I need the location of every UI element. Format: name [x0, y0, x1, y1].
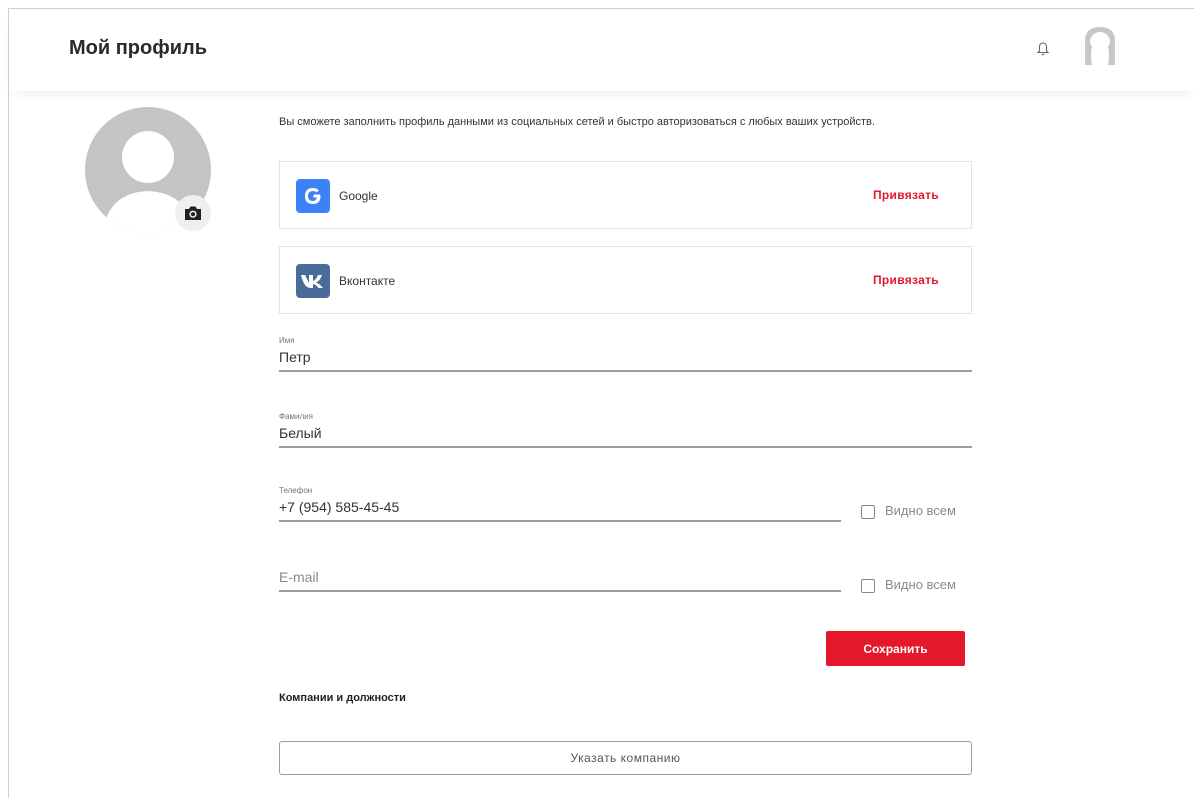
last-name-label: Фамилия: [279, 412, 313, 421]
companies-section-title: Компании и должности: [279, 692, 406, 704]
last-name-field[interactable]: Фамилия Белый: [279, 412, 972, 448]
email-visibility-checkbox[interactable]: [861, 579, 875, 593]
social-vk: Вконтакте Привязать: [279, 246, 972, 314]
phone-visibility-checkbox[interactable]: [861, 505, 875, 519]
email-field[interactable]: E-mail: [279, 566, 841, 592]
email-placeholder[interactable]: E-mail: [279, 566, 841, 590]
first-name-label: Имя: [279, 336, 295, 345]
google-icon: [296, 179, 330, 213]
vk-icon: [296, 264, 330, 298]
phone-value[interactable]: +7 (954) 585-45-45: [279, 496, 841, 520]
phone-visibility-label: Видно всем: [885, 503, 956, 518]
social-name-google: Google: [339, 189, 378, 203]
social-name-vk: Вконтакте: [339, 274, 396, 288]
link-vk-button[interactable]: Привязать: [873, 273, 939, 287]
social-google: Google Привязать: [279, 161, 972, 229]
last-name-value[interactable]: Белый: [279, 422, 972, 446]
phone-underline: [279, 520, 841, 522]
save-button[interactable]: Сохранить: [826, 631, 965, 666]
phone-label: Телефон: [279, 486, 313, 495]
first-name-value[interactable]: Петр: [279, 346, 972, 370]
phone-field[interactable]: Телефон +7 (954) 585-45-45: [279, 486, 841, 522]
camera-icon: [185, 206, 201, 220]
first-name-field[interactable]: Имя Петр: [279, 336, 972, 372]
link-google-button[interactable]: Привязать: [873, 188, 939, 202]
add-company-button[interactable]: Указать компанию: [279, 741, 972, 775]
first-name-underline: [279, 370, 972, 372]
user-avatar-icon[interactable]: [1079, 25, 1121, 67]
email-underline: [279, 590, 841, 592]
bell-icon[interactable]: [1036, 41, 1050, 57]
change-photo-button[interactable]: [175, 195, 211, 231]
email-visibility-label: Видно всем: [885, 577, 956, 592]
social-intro-text: Вы сможете заполнить профиль данными из …: [279, 116, 875, 128]
last-name-underline: [279, 446, 972, 448]
page-title: Мой профиль: [69, 37, 208, 59]
app-frame: Мой профиль Вы сможете заполнить профиль…: [8, 8, 1194, 798]
header-bar: Мой профиль: [9, 9, 1194, 91]
